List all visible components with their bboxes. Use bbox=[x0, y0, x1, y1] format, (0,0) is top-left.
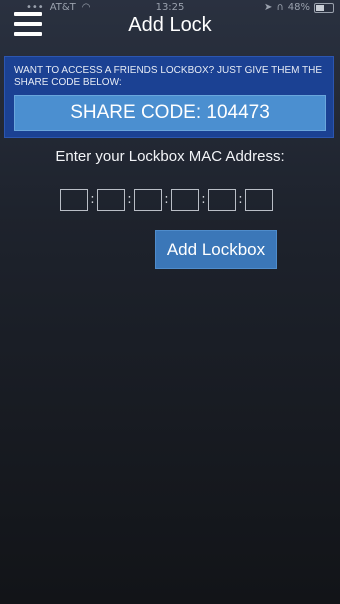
mac-address-row: : : : : : bbox=[60, 188, 280, 212]
mac-field-1[interactable] bbox=[60, 189, 88, 211]
header: Add Lock bbox=[0, 0, 340, 52]
mac-field-2[interactable] bbox=[97, 189, 125, 211]
mac-separator: : bbox=[127, 192, 132, 207]
mac-separator: : bbox=[238, 192, 243, 207]
mac-field-3[interactable] bbox=[134, 189, 162, 211]
mac-separator: : bbox=[90, 192, 95, 207]
add-lockbox-button[interactable]: Add Lockbox bbox=[155, 230, 277, 269]
page-title: Add Lock bbox=[128, 14, 212, 36]
mac-address-label: Enter your Lockbox MAC Address: bbox=[55, 148, 285, 165]
share-code: SHARE CODE: 104473 bbox=[14, 95, 326, 131]
mac-field-6[interactable] bbox=[245, 189, 273, 211]
mac-separator: : bbox=[201, 192, 206, 207]
mac-field-5[interactable] bbox=[208, 189, 236, 211]
mac-field-4[interactable] bbox=[171, 189, 199, 211]
share-info-text: WANT TO ACCESS A FRIENDS LOCKBOX? JUST G… bbox=[14, 65, 323, 88]
share-panel: WANT TO ACCESS A FRIENDS LOCKBOX? JUST G… bbox=[4, 56, 334, 138]
mac-separator: : bbox=[164, 192, 169, 207]
